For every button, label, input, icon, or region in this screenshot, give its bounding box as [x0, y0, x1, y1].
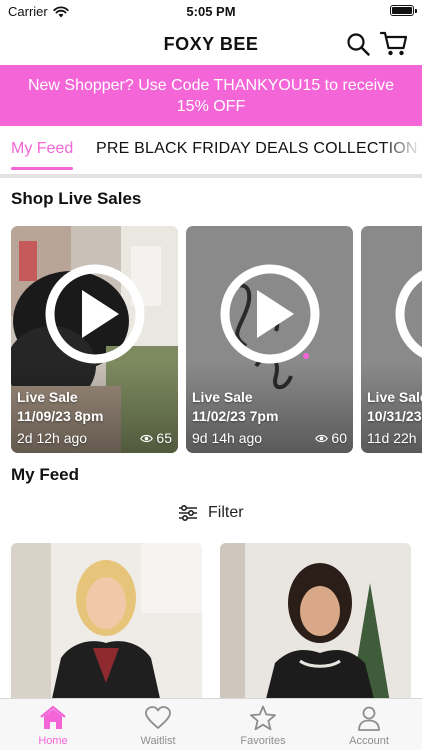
promo-line-2: 15% OFF — [176, 98, 246, 115]
status-time: 5:05 PM — [186, 4, 236, 19]
live-sale-card[interactable]: Live Sale 11/09/23 8pm 2d 12h ago 65 — [11, 226, 178, 453]
promo-banner[interactable]: New Shopper? Use Code THANKYOU15 to rece… — [0, 65, 422, 126]
live-sale-card[interactable]: Live Sale 11/02/23 7pm 9d 14h ago 60 — [186, 226, 353, 453]
feed-tabs: My Feed PRE BLACK FRIDAY DEALS COLLECTIO… — [0, 126, 422, 174]
eye-icon — [140, 434, 154, 442]
live-sale-view-count: 60 — [331, 430, 347, 446]
person-icon — [358, 706, 380, 731]
my-feed-title: My Feed — [11, 465, 80, 484]
live-sale-ago: 11d 22h — [367, 430, 417, 446]
tab-favorites-label: Favorites — [240, 735, 286, 747]
tab-waitlist[interactable]: Waitlist — [116, 705, 200, 747]
product-image — [11, 543, 202, 703]
product-card[interactable] — [220, 543, 411, 703]
status-bar: Carrier 5:05 PM — [0, 0, 422, 22]
live-sale-views: 65 — [140, 430, 172, 446]
play-icon[interactable] — [219, 263, 321, 365]
filter-label: Filter — [208, 504, 244, 521]
product-image — [220, 543, 411, 703]
product-card[interactable] — [11, 543, 202, 703]
filter-button[interactable]: Filter — [178, 504, 244, 522]
live-sale-card[interactable]: Live Sale 10/31/23 11d 22h — [361, 226, 422, 453]
tabs-divider — [0, 174, 422, 178]
nav-bar: FOXY BEE — [0, 22, 422, 65]
tab-my-feed[interactable]: My Feed — [11, 140, 74, 170]
cart-icon[interactable] — [380, 31, 408, 57]
live-sale-ago: 9d 14h ago — [192, 430, 263, 446]
play-icon[interactable] — [394, 263, 422, 365]
live-sale-date: 11/02/23 7pm — [192, 408, 279, 424]
tab-waitlist-label: Waitlist — [140, 735, 176, 747]
battery-icon — [390, 5, 417, 16]
live-sale-type: Live Sale — [192, 389, 253, 405]
live-sale-type: Live Sale — [367, 389, 422, 405]
live-sale-view-count: 65 — [156, 430, 172, 446]
tab-account-label: Account — [349, 735, 389, 747]
live-sale-ago: 2d 12h ago — [17, 430, 88, 446]
star-icon — [250, 705, 276, 731]
tab-home-label: Home — [38, 735, 68, 747]
live-sale-views: 60 — [315, 430, 347, 446]
eye-icon — [315, 434, 329, 442]
filter-icon — [179, 505, 197, 521]
live-sale-date: 11/09/23 8pm — [17, 408, 104, 424]
live-sale-type: Live Sale — [17, 389, 78, 405]
live-sales-title: Shop Live Sales — [11, 189, 142, 208]
promo-line-1: New Shopper? Use Code THANKYOU15 to rece… — [27, 77, 395, 94]
tab-pre-black-friday[interactable]: PRE BLACK FRIDAY DEALS COLLECTION — [96, 140, 418, 158]
tab-account[interactable]: Account — [327, 705, 411, 747]
heart-icon — [145, 706, 171, 729]
bottom-tab-bar: Home Waitlist Favorites Account — [0, 698, 422, 750]
tabs-fade — [382, 126, 422, 174]
search-icon[interactable] — [346, 32, 370, 56]
live-sale-date: 10/31/23 — [367, 408, 422, 424]
tab-home[interactable]: Home — [11, 705, 95, 747]
play-icon[interactable] — [44, 263, 146, 365]
tab-favorites[interactable]: Favorites — [221, 705, 305, 747]
house-icon — [40, 705, 66, 729]
